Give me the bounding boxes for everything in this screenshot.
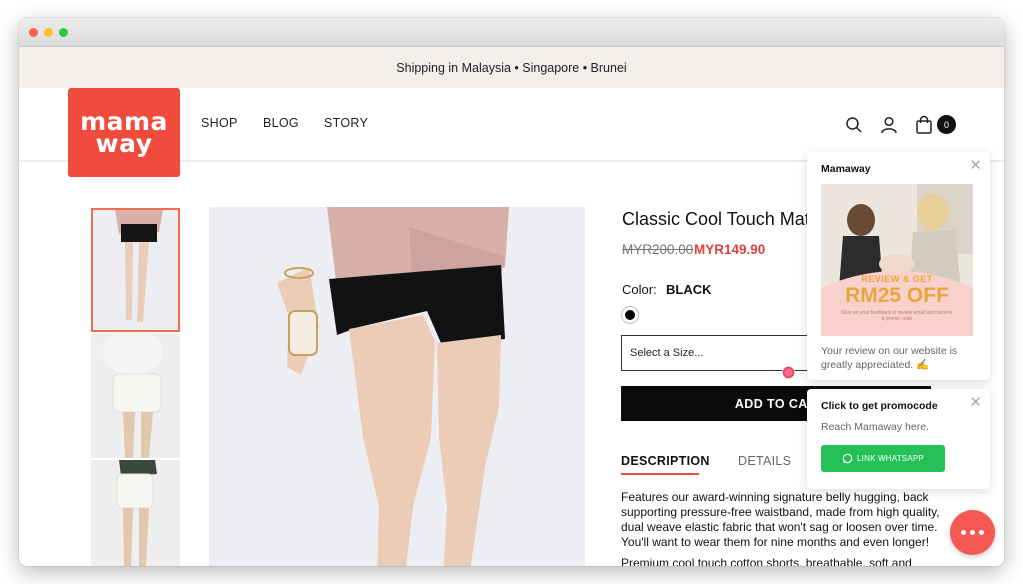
original-price: MYR200.00 bbox=[622, 242, 694, 257]
cart-icon[interactable] bbox=[914, 115, 934, 135]
review-popup: ✕ Mamaway REVIEW & GET RM25 OFF Give us … bbox=[807, 152, 990, 380]
size-select-placeholder: Select a Size... bbox=[630, 347, 704, 359]
title-bar bbox=[19, 18, 1004, 47]
account-icon[interactable] bbox=[879, 115, 899, 135]
review-popup-text: Your review on our website is greatly ap… bbox=[821, 345, 958, 371]
link-whatsapp-label: LINK WHATSAPP bbox=[857, 454, 924, 463]
product-thumbnail-1[interactable] bbox=[91, 208, 180, 332]
promo-amount: RM25 OFF bbox=[845, 284, 949, 307]
nav-story[interactable]: STORY bbox=[324, 116, 368, 130]
site-header: mama way SHOP BLOG STORY 0 bbox=[19, 88, 1004, 177]
color-value: BLACK bbox=[666, 282, 712, 297]
announcement-text: Shipping in Malaysia • Singapore • Brune… bbox=[396, 60, 627, 75]
product-description-continued: Premium cool touch cotton shorts, breath… bbox=[621, 556, 912, 566]
browser-window: Shipping in Malaysia • Singapore • Brune… bbox=[19, 18, 1004, 566]
dot-icon bbox=[961, 530, 966, 535]
promo-small-text: Give us your feedback in review email an… bbox=[841, 310, 953, 322]
announcement-bar: Shipping in Malaysia • Singapore • Brune… bbox=[19, 47, 1004, 88]
search-icon[interactable] bbox=[844, 115, 864, 135]
product-thumbnail-2[interactable] bbox=[91, 334, 180, 458]
whatsapp-popup: ✕ Click to get promocode Reach Mamaway h… bbox=[807, 389, 990, 489]
color-label: Color: bbox=[622, 282, 657, 297]
chat-bubble-button[interactable] bbox=[950, 510, 995, 555]
close-icon[interactable]: ✕ bbox=[969, 393, 982, 411]
tab-description[interactable]: DESCRIPTION bbox=[621, 454, 710, 475]
promo-headline: REVIEW & GET bbox=[861, 274, 933, 284]
promo-banner-image[interactable]: REVIEW & GET RM25 OFF Give us your feedb… bbox=[821, 184, 973, 336]
logo-line-2: way bbox=[95, 128, 153, 158]
whatsapp-popup-text: Reach Mamaway here. bbox=[821, 421, 929, 433]
popup-brand-title: Mamaway bbox=[821, 163, 871, 175]
cart-count-badge: 0 bbox=[937, 115, 956, 134]
minimize-window-button[interactable] bbox=[44, 28, 53, 37]
product-main-image[interactable] bbox=[209, 207, 585, 566]
mamaway-logo[interactable]: mama way bbox=[68, 88, 180, 177]
add-to-cart-label: ADD TO CAR bbox=[734, 396, 818, 411]
tab-details[interactable]: DETAILS bbox=[738, 454, 791, 468]
dot-icon bbox=[979, 530, 984, 535]
product-thumbnail-3[interactable] bbox=[91, 460, 180, 566]
product-description: Features our award-winning signature bel… bbox=[621, 490, 940, 549]
nav-blog[interactable]: BLOG bbox=[263, 116, 299, 130]
dot-icon bbox=[970, 530, 975, 535]
link-whatsapp-button[interactable]: LINK WHATSAPP bbox=[821, 445, 945, 472]
color-swatch-black[interactable] bbox=[621, 306, 639, 324]
whatsapp-icon bbox=[842, 453, 853, 464]
maximize-window-button[interactable] bbox=[59, 28, 68, 37]
nav-shop[interactable]: SHOP bbox=[201, 116, 238, 130]
whatsapp-popup-title: Click to get promocode bbox=[821, 400, 938, 412]
close-window-button[interactable] bbox=[29, 28, 38, 37]
sale-price: MYR149.90 bbox=[694, 242, 766, 257]
product-title: Classic Cool Touch Mate bbox=[622, 209, 820, 229]
close-icon[interactable]: ✕ bbox=[969, 156, 982, 174]
language-flag-icon[interactable] bbox=[782, 366, 795, 379]
